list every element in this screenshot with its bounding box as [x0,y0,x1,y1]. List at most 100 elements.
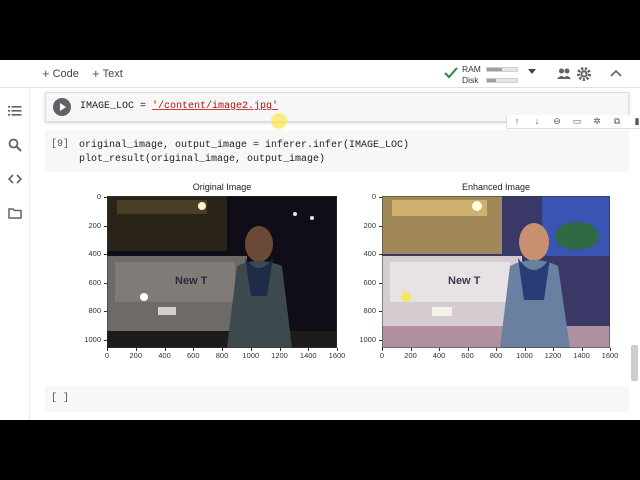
scrollbar[interactable] [631,345,638,381]
y-tick-mark [379,282,382,284]
y-tick-mark [379,311,382,313]
x-tick-label: 400 [158,351,171,360]
check-icon [444,67,458,79]
code-snippets-icon[interactable] [8,172,22,186]
x-tick-mark [308,348,310,351]
add-text-label: Text [102,67,123,80]
table-of-contents-icon[interactable] [8,104,22,118]
run-cell-button[interactable] [53,98,71,116]
add-code-button[interactable]: + Code [42,66,79,81]
enhanced-photo-image: New T [382,196,610,348]
empty-code-cell[interactable]: [ ] [45,386,629,412]
cell-settings-icon[interactable]: ✲ [591,116,603,127]
y-tick-label: 400 [363,249,376,259]
ram-disk-indicator[interactable]: RAM Disk [444,63,540,85]
cell-code-editor[interactable]: original_image, output_image = inferer.i… [79,139,409,167]
y-tick-mark [104,282,107,284]
y-tick-mark [104,225,107,227]
link-icon[interactable]: ⊖ [551,116,563,127]
ram-usage-bar [486,67,518,72]
y-tick-label: 600 [363,277,376,287]
y-tick-label: 200 [88,220,101,230]
x-tick-label: 600 [461,351,474,360]
x-tick-label: 800 [489,351,503,360]
x-tick-label: 1600 [601,351,619,360]
add-text-button[interactable]: + Text [92,66,123,81]
search-icon[interactable] [8,138,22,152]
x-tick-mark [410,348,412,351]
bus-text: New T [448,275,481,287]
y-tick-label: 0 [96,192,101,201]
x-tick-label: 800 [215,351,229,360]
x-tick-label: 0 [379,351,385,360]
x-tick-label: 0 [104,351,110,360]
comment-icon[interactable]: ▭ [571,116,583,127]
execution-count: [9] [51,139,70,150]
mouse-cursor-highlight [271,113,287,129]
move-up-icon[interactable]: ↑ [511,116,523,126]
plus-icon: + [92,66,100,81]
y-tick-label: 0 [371,192,376,201]
original-photo-image: New T [107,196,337,348]
original-image-plot: New T [107,196,337,348]
y-tick-mark [104,311,107,313]
x-tick-label: 1000 [516,351,533,360]
move-down-icon[interactable]: ↓ [531,116,543,126]
colab-notebook: + Code + Text RAM Disk IMAGE_LOC = '/con… [0,60,640,420]
chevron-down-icon[interactable] [528,69,536,74]
y-tick-label: 400 [88,249,101,259]
x-tick-mark [496,348,497,351]
x-tick-mark [581,348,583,351]
y-tick-mark [379,225,382,227]
left-sidebar [0,88,30,420]
x-tick-mark [382,348,383,351]
y-tick-label: 600 [88,277,101,287]
chevron-up-icon[interactable] [608,66,624,82]
y-tick-mark [104,197,107,198]
x-tick-mark [135,348,137,351]
x-tick-label: 200 [129,351,142,360]
x-tick-mark [553,348,554,351]
y-tick-mark [104,254,107,256]
code-text: IMAGE_LOC = [80,101,153,112]
x-tick-mark [164,348,166,351]
code-line: plot_result(original_image, output_image… [79,154,326,165]
code-cell-image-loc[interactable]: IMAGE_LOC = '/content/image2.jpg' ↑ ↓ ⊖ … [45,92,640,129]
x-tick-mark [279,348,281,351]
folder-icon[interactable] [8,206,22,220]
y-tick-label: 800 [363,306,376,316]
plus-icon: + [42,66,50,81]
x-tick-mark [193,348,195,351]
original-image-title: Original Image [192,182,252,192]
execution-prompt: [ ] [51,393,70,404]
play-icon [60,103,66,111]
enhanced-image-title: Enhanced Image [461,182,531,192]
delete-cell-icon[interactable]: ▮ [631,116,640,127]
notebook-toolbar: + Code + Text RAM Disk [0,60,640,88]
gear-icon[interactable] [576,66,592,82]
x-tick-label: 600 [186,351,200,360]
people-icon[interactable] [556,66,572,82]
cell-code-editor[interactable]: IMAGE_LOC = '/content/image2.jpg' [80,101,278,112]
add-code-label: Code [52,67,79,80]
y-tick-label: 200 [363,220,376,230]
bus-text: New T [175,275,208,287]
x-tick-label: 200 [404,351,417,360]
x-tick-label: 1000 [242,351,260,360]
x-tick-label: 1200 [271,351,288,360]
x-tick-mark [524,348,526,351]
y-tick-label: 1000 [359,334,376,344]
code-cell-infer[interactable]: [9] original_image, output_image = infer… [45,130,629,172]
y-tick-mark [104,339,107,341]
x-tick-mark [467,348,469,351]
code-string-literal: '/content/image2.jpg' [152,101,279,112]
x-tick-mark [107,348,108,351]
mirror-cell-icon[interactable]: ⧉ [611,116,623,127]
x-tick-mark [337,348,338,351]
cell-toolbar: ↑ ↓ ⊖ ▭ ✲ ⧉ ▮ ⋮ [506,115,640,129]
x-tick-mark [610,348,611,351]
y-tick-mark [379,197,382,198]
disk-label: Disk [462,75,479,85]
x-tick-mark [222,348,223,351]
y-tick-mark [379,339,382,341]
